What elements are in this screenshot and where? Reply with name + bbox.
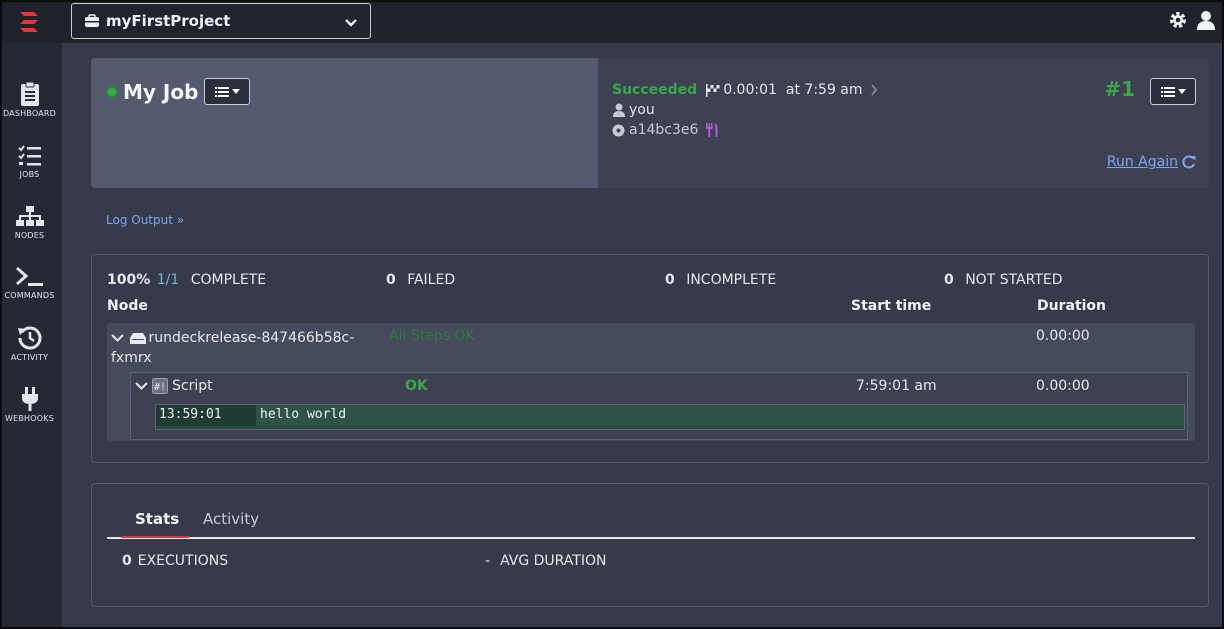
history-icon (17, 326, 41, 350)
gear-icon[interactable] (1168, 10, 1188, 34)
step-status: OK (405, 378, 428, 394)
run-again-link[interactable]: Run Again (1107, 154, 1196, 170)
node-name-line1: rundeckrelease-847466b58c- (148, 330, 355, 346)
execution-actions-button[interactable] (1150, 78, 1196, 105)
avg-duration-stat: - AVG DURATION (485, 553, 607, 569)
project-selector[interactable]: myFirstProject (71, 3, 371, 39)
chevron-down-icon[interactable] (111, 333, 124, 343)
sidebar-item-jobs[interactable]: JOBS (2, 144, 57, 179)
node-row[interactable]: rundeckrelease-847466b58c- fxmrx All Ste… (107, 323, 1195, 441)
caret-down-icon (231, 89, 240, 94)
log-line-underline (156, 426, 1184, 429)
execution-commit: a14bc3e6 (629, 122, 699, 138)
job-title[interactable]: My Job (123, 80, 198, 104)
checkered-flag-icon (706, 83, 720, 97)
redo-icon (1182, 155, 1196, 169)
log-line: 13:59:01 hello world (155, 404, 1185, 430)
stats-card: Stats Activity 0 EXECUTIONS - AVG DURATION (91, 483, 1209, 607)
step-start-time: 7:59:01 am (856, 378, 937, 394)
column-header-duration: Duration (1037, 298, 1107, 314)
rundeck-logo-icon[interactable] (16, 10, 42, 34)
stats-tabs: Stats Activity (107, 510, 1195, 539)
column-header-start-time: Start time (851, 298, 932, 314)
node-duration: 0.00:00 (1036, 328, 1090, 344)
incomplete-summary: 0 INCOMPLETE (665, 272, 777, 288)
not-started-summary: 0 NOT STARTED (944, 272, 1063, 288)
script-icon: #! (152, 378, 168, 394)
sidebar-item-activity[interactable]: ACTIVITY (2, 325, 57, 362)
tab-stats[interactable]: Stats (135, 510, 179, 528)
clipboard-icon (20, 81, 39, 106)
log-timestamp: 13:59:01 (156, 405, 256, 427)
plug-icon (21, 387, 38, 411)
list-icon (1160, 87, 1175, 97)
svg-text:#!: #! (154, 382, 166, 393)
log-message: hello world (260, 407, 347, 422)
execution-duration: 0.00:01 (723, 82, 777, 98)
success-status-icon (106, 85, 118, 98)
briefcase-icon (84, 14, 100, 28)
job-actions-button[interactable] (204, 78, 251, 105)
sitemap-icon (15, 206, 44, 226)
chevron-right-icon[interactable] (870, 84, 878, 96)
tasks-icon (17, 145, 41, 166)
job-title-panel: My Job (91, 58, 598, 188)
step-row[interactable]: #! Script OK 7:59:01 am 0.00:00 13:59:01… (130, 372, 1188, 440)
executions-stat: 0 EXECUTIONS (122, 553, 229, 569)
node-status: All Steps OK (389, 328, 475, 344)
top-navbar: myFirstProject (2, 2, 1222, 43)
disc-icon (612, 124, 625, 137)
utensils-icon (705, 123, 719, 137)
tab-activity[interactable]: Activity (203, 510, 259, 528)
server-icon (130, 332, 147, 344)
sidebar-item-webhooks[interactable]: WEBHOOKS (2, 386, 57, 423)
node-name-line2: fxmrx (111, 350, 152, 366)
chevron-down-icon[interactable] (135, 381, 148, 391)
column-header-node: Node (107, 298, 148, 314)
sidebar-item-commands[interactable]: COMMANDS (2, 265, 57, 300)
list-icon (214, 87, 229, 97)
app-frame: myFirstProject DASHBOARD JOBS NODES COMM… (2, 2, 1222, 627)
log-output-link[interactable]: Log Output » (106, 213, 184, 227)
step-name: Script (172, 378, 213, 394)
execution-status: Succeeded (612, 82, 698, 98)
step-duration: 0.00:00 (1036, 378, 1090, 394)
sidebar: DASHBOARD JOBS NODES COMMANDS ACTIVITY W… (2, 43, 62, 627)
project-name: myFirstProject (106, 12, 231, 30)
execution-user: you (629, 102, 655, 118)
execution-time[interactable]: at 7:59 am (786, 82, 863, 98)
chevron-down-icon (344, 14, 358, 32)
sidebar-item-dashboard[interactable]: DASHBOARD (2, 81, 57, 118)
execution-summary-card: 100% 1/1 COMPLETE 0 FAILED 0 INCOMPLETE … (91, 254, 1209, 463)
user-icon[interactable] (1196, 10, 1216, 34)
caret-down-icon (1177, 89, 1186, 94)
terminal-icon (15, 266, 43, 286)
active-tab-indicator (121, 536, 189, 538)
execution-number: #1 (1104, 77, 1135, 101)
complete-summary: 100% 1/1 COMPLETE (107, 272, 267, 288)
sidebar-item-nodes[interactable]: NODES (2, 205, 57, 240)
job-header-card: My Job Succeeded 0.00:01 at 7:59 am you … (91, 58, 1209, 188)
user-icon (612, 103, 626, 117)
failed-summary: 0 FAILED (386, 272, 456, 288)
